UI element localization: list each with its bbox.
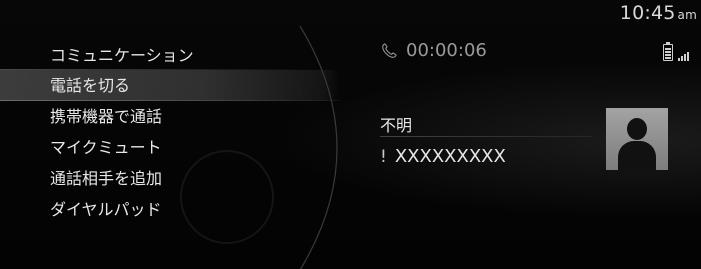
communication-menu-panel: コミュニケーション 電話を切る 携帯機器で通話 マイクミュート 通話相手を追加 … [0, 30, 346, 269]
clock-time: 10:45 [619, 2, 676, 24]
menu-item-dial-pad[interactable]: ダイヤルパッド [0, 194, 340, 225]
exclamation-icon: ! [380, 146, 387, 167]
clock-ampm: am [677, 8, 697, 22]
caller-number-row: ! XXXXXXXXX [380, 146, 506, 167]
phone-handset-icon [380, 42, 398, 60]
clock: 10:45 am [620, 2, 697, 24]
call-screen: 10:45 am コミュニケーション 電話を切る 携帯機器で通話 マイクミュート … [0, 0, 701, 269]
call-timer: 00:00:06 [380, 40, 487, 61]
call-info-panel: 00:00:06 不明 ! XXXXXXXXX [380, 30, 701, 269]
menu-item-mic-mute[interactable]: マイクミュート [0, 132, 340, 163]
menu-list: 電話を切る 携帯機器で通話 マイクミュート 通話相手を追加 ダイヤルパッド [0, 70, 340, 225]
menu-title: コミュニケーション [50, 46, 194, 65]
call-duration: 00:00:06 [406, 40, 487, 61]
signal-strength-icon [678, 51, 689, 61]
device-status-icons [663, 42, 689, 61]
avatar-head [627, 118, 647, 140]
contact-avatar-icon [606, 108, 668, 170]
menu-item-add-caller[interactable]: 通話相手を追加 [0, 163, 340, 194]
menu-item-end-call[interactable]: 電話を切る [0, 70, 340, 101]
avatar-body [618, 141, 656, 170]
caller-divider [380, 136, 592, 137]
caller-number: XXXXXXXXX [394, 146, 506, 167]
caller-name: 不明 [380, 116, 413, 135]
menu-item-transfer-to-mobile[interactable]: 携帯機器で通話 [0, 101, 340, 132]
battery-icon [663, 42, 673, 61]
